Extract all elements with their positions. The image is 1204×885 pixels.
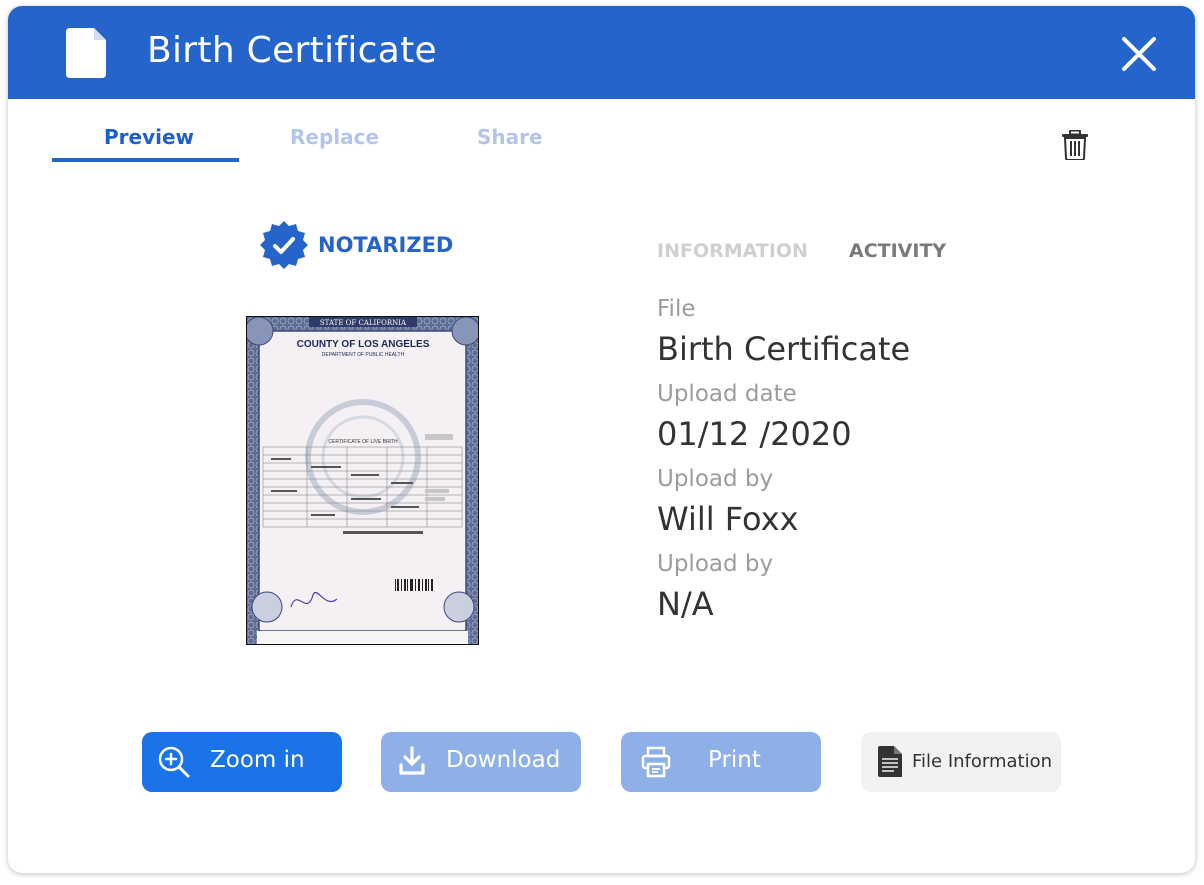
dialog-header: Birth Certificate (8, 6, 1195, 99)
tab-replace[interactable]: Replace (290, 125, 379, 149)
tab-information[interactable]: INFORMATION (657, 240, 808, 262)
zoom-in-button[interactable]: Zoom in (142, 732, 342, 792)
upload-date-label: Upload date (657, 381, 797, 407)
download-icon (399, 746, 425, 775)
printer-icon (641, 746, 671, 778)
document-preview-image: STATE OF CALIFORNIA COUNTY OF LOS ANGELE… (246, 316, 479, 645)
upload-date-value: 01/12 /2020 (657, 415, 852, 453)
print-label: Print (708, 747, 761, 773)
active-tab-indicator (52, 158, 239, 162)
file-information-label: File Information (912, 751, 1053, 772)
notarized-label: NOTARIZED (318, 233, 454, 257)
print-button[interactable]: Print (621, 732, 821, 792)
download-label: Download (446, 747, 561, 773)
file-information-button[interactable]: File Information (861, 732, 1061, 792)
file-preview-dialog: Birth Certificate Preview Replace Share … (8, 6, 1195, 873)
trash-icon[interactable] (1062, 130, 1088, 160)
cert-county: COUNTY OF LOS ANGELES (297, 339, 430, 350)
close-icon[interactable] (1121, 36, 1157, 72)
file-text-icon (878, 746, 902, 777)
zoom-in-icon (158, 746, 190, 778)
upload-by-secondary-label: Upload by (657, 551, 774, 577)
document-icon (66, 28, 106, 78)
zoom-in-label: Zoom in (210, 747, 305, 773)
birth-certificate-thumbnail: STATE OF CALIFORNIA COUNTY OF LOS ANGELE… (247, 317, 478, 644)
download-button[interactable]: Download (381, 732, 581, 792)
tab-preview[interactable]: Preview (104, 125, 194, 149)
tab-share[interactable]: Share (477, 125, 543, 149)
upload-by-secondary-value: N/A (657, 585, 714, 623)
cert-form-title: CERTIFICATE OF LIVE BIRTH (328, 439, 398, 445)
cert-department: DEPARTMENT OF PUBLIC HEALTH (322, 352, 405, 358)
tab-activity[interactable]: ACTIVITY (849, 240, 946, 262)
file-label: File (657, 296, 696, 322)
upload-by-label: Upload by (657, 466, 774, 492)
cert-state-banner: STATE OF CALIFORNIA (320, 319, 407, 327)
tab-bar: Preview Replace Share (52, 118, 572, 164)
verified-check-icon (260, 221, 308, 269)
file-value: Birth Certificate (657, 330, 911, 368)
dialog-title: Birth Certificate (147, 30, 437, 71)
upload-by-value: Will Foxx (657, 500, 799, 538)
